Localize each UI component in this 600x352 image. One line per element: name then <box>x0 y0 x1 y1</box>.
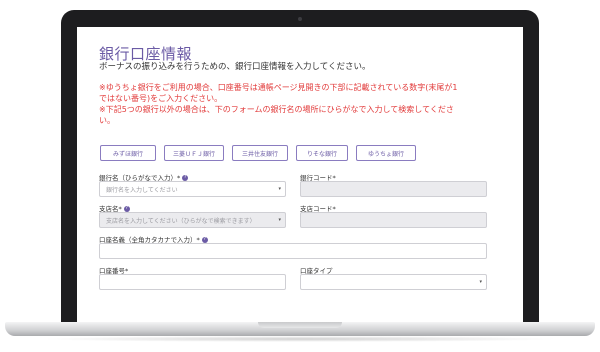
notice-text: ※ゆうちょ銀行をご利用の場合、口座番号は通帳ページ見開きの下部に記載されている数… <box>99 82 501 126</box>
chevron-down-icon: ▾ <box>278 217 281 223</box>
branch-name-input[interactable]: 支店名を入力してください（ひらがなで検索できます） ▾ <box>99 212 286 228</box>
bank-button-mufg[interactable]: 三菱ＵＦＪ銀行 <box>164 145 224 161</box>
bank-name-placeholder: 銀行名を入力してください <box>106 186 178 194</box>
bank-shortcut-buttons: みずほ銀行 三菱ＵＦＪ銀行 三井住友銀行 りそな銀行 ゆうちょ銀行 <box>100 145 416 161</box>
bank-button-yucho[interactable]: ゆうちょ銀行 <box>356 145 416 161</box>
bank-button-smbc[interactable]: 三井住友銀行 <box>232 145 288 161</box>
bank-button-resona[interactable]: りそな銀行 <box>296 145 348 161</box>
notice-line: ではない番号)をご入力ください。 <box>99 94 223 103</box>
laptop-shadow <box>40 336 560 342</box>
branch-name-placeholder: 支店名を入力してください（ひらがなで検索できます） <box>106 217 256 225</box>
bank-code-field <box>300 181 487 197</box>
account-type-select[interactable]: ▾ <box>300 274 487 290</box>
chevron-down-icon: ▾ <box>278 186 281 192</box>
bank-name-input[interactable]: 銀行名を入力してください ▾ <box>99 181 286 197</box>
notice-line: い。 <box>99 116 115 125</box>
laptop-screen: 銀行口座情報 ボーナスの振り込みを行うための、銀行口座情報を入力してください。 … <box>77 27 523 323</box>
account-holder-input[interactable] <box>99 243 487 259</box>
laptop-notch <box>258 322 342 328</box>
page-subtitle: ボーナスの振り込みを行うための、銀行口座情報を入力してください。 <box>99 62 371 72</box>
notice-line: ※ゆうちょ銀行をご利用の場合、口座番号は通帳ページ見開きの下部に記載されている数… <box>99 83 458 92</box>
chevron-down-icon: ▾ <box>479 279 482 285</box>
camera-icon <box>298 17 302 21</box>
account-number-input[interactable] <box>99 274 286 290</box>
notice-line: ※下記5つの銀行以外の場合は、下のフォームの銀行名の場所にひらがなで入力して検索… <box>99 105 454 114</box>
branch-code-field <box>300 212 487 228</box>
bank-button-mizuho[interactable]: みずほ銀行 <box>100 145 156 161</box>
